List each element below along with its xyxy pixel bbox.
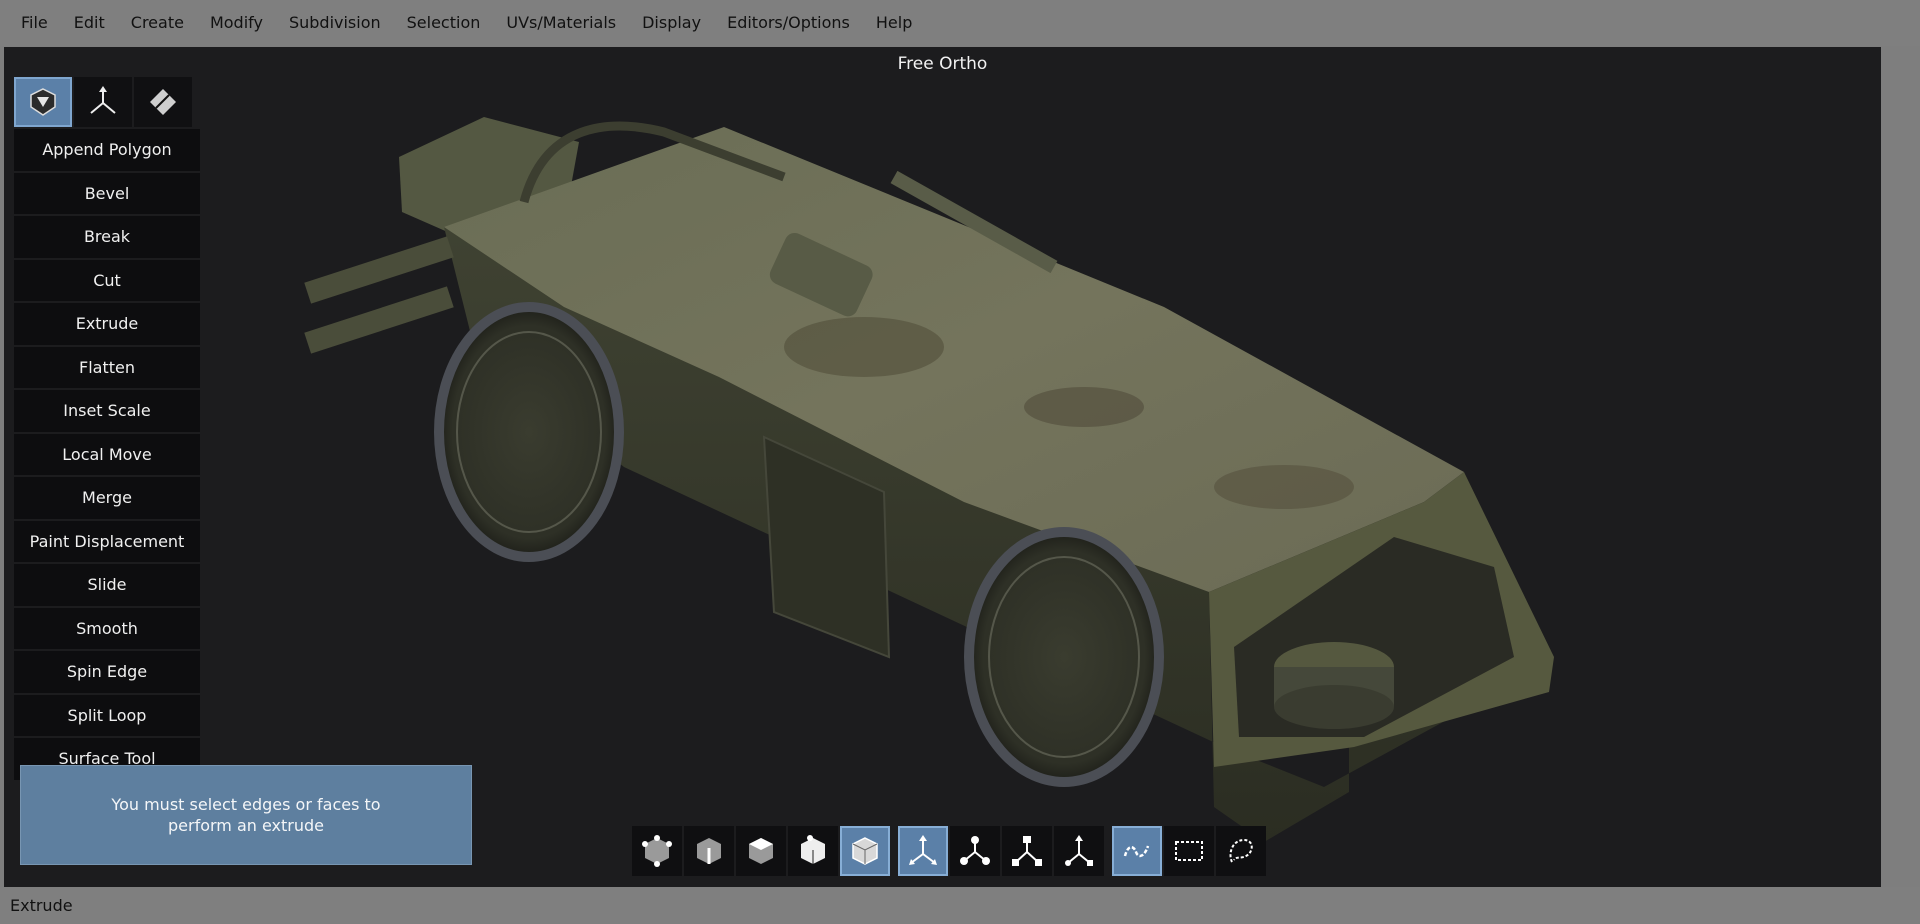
object-mode-icon [852, 837, 878, 865]
axes-icon [90, 86, 116, 114]
edge-mode-button[interactable] [684, 826, 734, 876]
element-mode-icon [801, 835, 825, 864]
tool-list[interactable]: Append Polygon Bevel Break Cut Extrude F… [14, 129, 200, 823]
uv-tools-tab[interactable] [134, 77, 192, 127]
menu-editors-options[interactable]: Editors/Options [714, 0, 863, 46]
diamond-icon [150, 89, 176, 115]
tool-split-loop[interactable]: Split Loop [14, 694, 200, 736]
tool-extrude[interactable]: Extrude [14, 303, 200, 345]
transform-mode-group [898, 826, 1104, 876]
lasso-select-icon [1229, 838, 1253, 863]
face-mode-icon [749, 838, 773, 864]
vehicle-model-render [304, 117, 1554, 842]
box-select-icon [1175, 841, 1203, 861]
move-button[interactable] [898, 826, 948, 876]
paint-select-button[interactable] [1112, 826, 1162, 876]
tool-bevel[interactable]: Bevel [14, 172, 200, 214]
vertex-mode-icon [642, 835, 672, 867]
status-bar: Extrude [0, 887, 1920, 924]
tool-slide[interactable]: Slide [14, 564, 200, 606]
tool-smooth[interactable]: Smooth [14, 607, 200, 649]
transform-tools-tab[interactable] [74, 77, 132, 127]
edge-mode-icon [697, 838, 721, 864]
scale-button[interactable] [1002, 826, 1052, 876]
toast-message: You must select edges or faces to perfor… [111, 795, 381, 835]
universal-transform-button[interactable] [1054, 826, 1104, 876]
box-select-button[interactable] [1164, 826, 1214, 876]
rotate-button[interactable] [950, 826, 1000, 876]
selection-mode-group [1112, 826, 1266, 876]
component-mode-group [632, 826, 890, 876]
object-mode-button[interactable] [840, 826, 890, 876]
tool-flatten[interactable]: Flatten [14, 346, 200, 388]
tool-break[interactable]: Break [14, 216, 200, 258]
menu-edit[interactable]: Edit [61, 0, 118, 46]
tool-cut[interactable]: Cut [14, 259, 200, 301]
menu-create[interactable]: Create [118, 0, 197, 46]
move-icon [909, 835, 937, 865]
menu-bar: File Edit Create Modify Subdivision Sele… [0, 0, 1920, 46]
tool-inset-scale[interactable]: Inset Scale [14, 390, 200, 432]
menu-selection[interactable]: Selection [394, 0, 494, 46]
menu-file[interactable]: File [0, 0, 61, 46]
vertex-mode-button[interactable] [632, 826, 682, 876]
cube-shield-icon [30, 88, 56, 116]
menu-uvs-materials[interactable]: UVs/Materials [493, 0, 629, 46]
menu-subdivision[interactable]: Subdivision [276, 0, 394, 46]
face-mode-button[interactable] [736, 826, 786, 876]
status-text: Extrude [10, 896, 73, 915]
menu-display[interactable]: Display [629, 0, 714, 46]
scale-icon [1012, 836, 1042, 866]
tool-paint-displacement[interactable]: Paint Displacement [14, 520, 200, 562]
tool-append-polygon[interactable]: Append Polygon [14, 129, 200, 171]
rotate-icon [960, 836, 990, 865]
tool-spin-edge[interactable]: Spin Edge [14, 651, 200, 693]
3d-viewport[interactable]: Free Ortho Append Polygon Bevel Break Cu… [4, 47, 1881, 887]
tool-category-tabs [14, 77, 192, 127]
menu-help[interactable]: Help [863, 0, 925, 46]
universal-transform-icon [1065, 835, 1093, 866]
error-toast: You must select edges or faces to perfor… [20, 765, 472, 865]
tool-local-move[interactable]: Local Move [14, 433, 200, 475]
polygon-tools-tab[interactable] [14, 77, 72, 127]
bottom-toolbar [632, 826, 1274, 876]
element-mode-button[interactable] [788, 826, 838, 876]
paint-select-icon [1123, 845, 1150, 858]
menu-modify[interactable]: Modify [197, 0, 276, 46]
viewport-title: Free Ortho [897, 54, 988, 74]
lasso-select-button[interactable] [1216, 826, 1266, 876]
tool-merge[interactable]: Merge [14, 477, 200, 519]
